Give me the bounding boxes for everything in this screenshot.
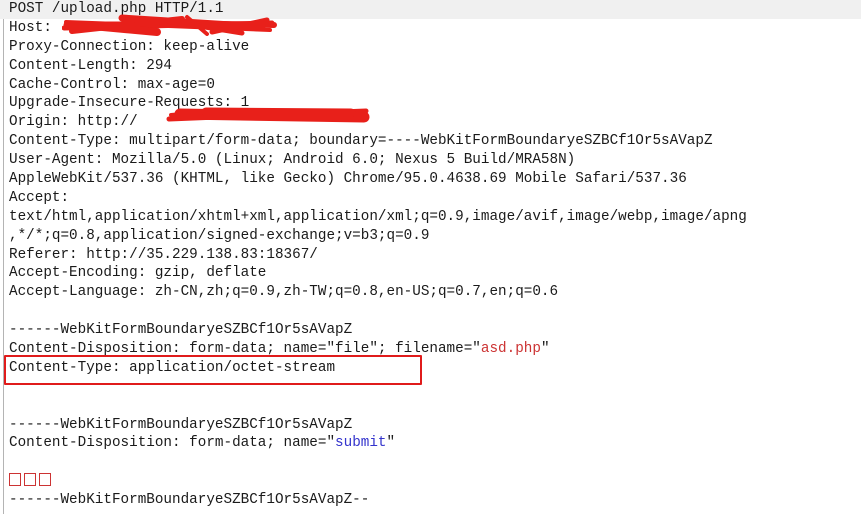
disposition-suffix: " [386,435,396,452]
multipart-boundary-1: ------WebKitFormBoundaryeSZBCf1Or5sAVapZ [9,322,353,339]
multipart-boundary-2: ------WebKitFormBoundaryeSZBCf1Or5sAVapZ [9,416,353,433]
header-accept-language: Accept-Language: zh-CN,zh;q=0.9,zh-TW;q=… [9,284,559,301]
part-submit-content-disposition: Content-Disposition: form-data; name="su… [0,434,861,453]
request-line: POST /upload.php HTTP/1.1 [0,0,861,19]
header-user-agent-continued: AppleWebKit/537.36 (KHTML, like Gecko) C… [9,171,687,188]
http-request-viewer[interactable]: POST /upload.php HTTP/1.1 Host: Proxy-Co… [0,0,861,514]
header-proxy-connection: Proxy-Connection: keep-alive [9,38,250,55]
header-accept-continued-1: text/html,application/xhtml+xml,applicat… [9,208,747,225]
disposition-prefix: Content-Disposition: form-data; name="fi… [9,341,481,358]
submit-field-name: submit [335,435,387,452]
disposition-suffix: " [540,341,550,358]
multipart-boundary-final: ------WebKitFormBoundaryeSZBCf1Or5sAVapZ… [9,492,370,509]
request-text-body[interactable]: POST /upload.php HTTP/1.1 Host: Proxy-Co… [0,0,861,510]
header-user-agent: User-Agent: Mozilla/5.0 (Linux; Android … [9,152,576,169]
header-content-type: Content-Type: multipart/form-data; bound… [9,133,713,150]
header-upgrade-insecure-requests: Upgrade-Insecure-Requests: 1 [9,95,250,112]
header-content-length: Content-Length: 294 [9,57,173,74]
header-host: Host: [9,19,61,36]
part-file-content-type: Content-Type: application/octet-stream [9,359,336,376]
missing-glyph-box [24,473,36,487]
header-accept-encoding: Accept-Encoding: gzip, deflate [9,265,267,282]
header-accept: Accept: [9,189,70,206]
header-accept-continued-2: ,*/*;q=0.8,application/signed-exchange;v… [9,227,430,244]
uploaded-filename: asd.php [480,341,541,358]
missing-glyph-box [9,473,21,487]
part-submit-value [0,472,861,491]
disposition-prefix: Content-Disposition: form-data; name=" [9,435,336,452]
header-cache-control: Cache-Control: max-age=0 [9,76,215,93]
missing-glyph-box [39,473,51,487]
header-origin: Origin: http:// [9,114,138,131]
part-file-content-disposition: Content-Disposition: form-data; name="fi… [0,340,861,359]
header-referer: Referer: http://35.229.138.83:18367/ [9,246,318,263]
